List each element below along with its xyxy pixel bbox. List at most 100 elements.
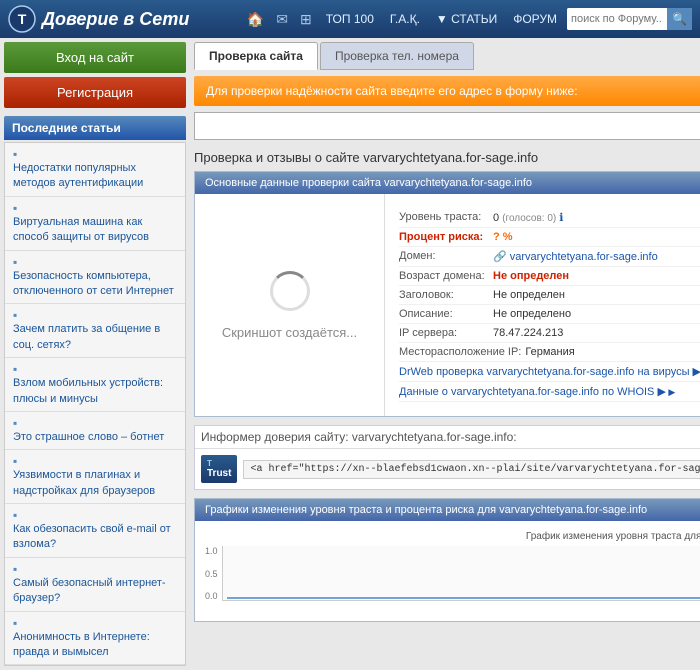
data-box: Основные данные проверки сайта varvarych…: [194, 171, 700, 417]
home-icon[interactable]: 🏠: [243, 11, 268, 28]
y-label-2: 0.5: [205, 569, 218, 579]
graph-title: Графики изменения уровня траста и процен…: [195, 499, 700, 521]
informer-content: Т Trust <a href="https://xn--blaefebsd1c…: [195, 449, 700, 489]
graph-content: График изменения уровня траста для varva…: [195, 521, 700, 621]
loading-spinner: [270, 271, 310, 311]
header-label: Заголовок:: [399, 289, 489, 301]
list-item[interactable]: Самый безопасный интернет-браузер?: [5, 558, 185, 612]
trust-level-value: 0 (голосов: 0) ℹ: [493, 211, 563, 224]
age-row: Возраст домена: Не определен: [399, 267, 700, 286]
description-value: Не определено: [493, 308, 571, 320]
faq-link[interactable]: Г.А.Қ.: [384, 12, 426, 26]
age-label: Возраст домена:: [399, 270, 489, 282]
article-link[interactable]: Недостатки популярных методов аутентифик…: [13, 161, 177, 192]
tabs: Проверка сайта Проверка тел. номера: [194, 42, 700, 70]
email-icon[interactable]: ✉: [272, 11, 292, 28]
y-label-1: 1.0: [205, 546, 218, 556]
trust-level-row: Уровень траста: 0 (голосов: 0) ℹ: [399, 208, 700, 228]
y-label-3: 0.0: [205, 591, 218, 601]
ip-label: IP сервера:: [399, 327, 489, 339]
drweb-link-row[interactable]: DrWeb проверка varvarychtetyana.for-sage…: [399, 362, 700, 382]
informer-section: Информер доверия сайту: varvarychtetyana…: [194, 425, 700, 490]
info-bar: Для проверки надёжности сайта введите ег…: [194, 76, 700, 106]
informer-title: Информер доверия сайту: varvarychtetyana…: [195, 426, 700, 449]
search-input[interactable]: [567, 8, 667, 30]
article-link[interactable]: Взлом мобильных устройств: плюсы и минус…: [13, 376, 177, 407]
percent-risk-label: Процент риска:: [399, 231, 489, 243]
domain-label: Домен:: [399, 250, 489, 262]
description-row: Описание: Не определено: [399, 305, 700, 324]
screenshot-area: Скриншот создаётся...: [195, 194, 385, 416]
list-item[interactable]: Безопасность компьютера, отключенного от…: [5, 251, 185, 305]
header-row: Заголовок: Не определен: [399, 286, 700, 305]
article-link[interactable]: Самый безопасный интернет-браузер?: [13, 576, 177, 607]
top100-link[interactable]: ТОП 100: [320, 12, 380, 26]
site-title: Доверие в Сети: [42, 9, 189, 30]
search-box: 🔍: [567, 8, 692, 30]
list-item[interactable]: Анонимность в Интернете: правда и вымысе…: [5, 612, 185, 666]
header-value: Не определен: [493, 289, 565, 301]
graph-line: [223, 546, 700, 600]
domain-row: Домен: 🔗 varvarychtetyana.for-sage.info: [399, 247, 700, 267]
list-item[interactable]: Это страшное слово – ботнет: [5, 412, 185, 450]
article-link[interactable]: Уязвимости в плагинах и надстройках для …: [13, 468, 177, 499]
domain-value: 🔗 varvarychtetyana.for-sage.info: [493, 250, 658, 263]
data-box-title: Основные данные проверки сайта varvarych…: [195, 172, 700, 194]
article-link[interactable]: Как обезопасить свой e-mail от взлома?: [13, 522, 177, 553]
location-label: Месторасположение IP:: [399, 346, 521, 358]
forum-link[interactable]: ФОРУМ: [507, 12, 563, 26]
tab-check-phone[interactable]: Проверка тел. номера: [320, 42, 474, 70]
grid-icon[interactable]: ⊞: [296, 11, 316, 28]
article-link[interactable]: Безопасность компьютера, отключенного от…: [13, 269, 177, 300]
article-link[interactable]: Виртуальная машина как способ защиты от …: [13, 215, 177, 246]
description-label: Описание:: [399, 308, 489, 320]
svg-text:Т: Т: [18, 11, 27, 27]
percent-risk-value: ? %: [493, 231, 513, 243]
data-box-content: Скриншот создаётся... Уровень траста: 0 …: [195, 194, 700, 416]
y-axis-labels: 1.0 0.5 0.0: [205, 546, 222, 601]
percent-risk-row: Процент риска: ? %: [399, 228, 700, 247]
logo-area: Т Доверие в Сети: [8, 5, 233, 33]
main-layout: Вход на сайт Регистрация Последние стать…: [0, 38, 700, 670]
search-button[interactable]: 🔍: [667, 8, 692, 30]
graph-section: Графики изменения уровня траста и процен…: [194, 498, 700, 622]
url-input[interactable]: [194, 112, 700, 140]
register-button[interactable]: Регистрация: [4, 77, 186, 108]
info-table: Уровень траста: 0 (голосов: 0) ℹ Процент…: [391, 200, 700, 410]
list-item[interactable]: Недостатки популярных методов аутентифик…: [5, 143, 185, 197]
logo-icon: Т: [8, 5, 36, 33]
location-value: Германия: [525, 346, 574, 358]
top-navigation: Т Доверие в Сети 🏠 ✉ ⊞ ТОП 100 Г.А.Қ. ▼ …: [0, 0, 700, 38]
article-link[interactable]: Анонимность в Интернете: правда и вымысе…: [13, 630, 177, 661]
informer-code[interactable]: <a href="https://xn--blaefebsd1cwaon.xn-…: [243, 460, 700, 479]
articles-link[interactable]: ▼ СТАТЬИ: [430, 12, 503, 26]
sidebar: Вход на сайт Регистрация Последние стать…: [0, 38, 190, 670]
article-link[interactable]: Зачем платить за общение в соц. сетях?: [13, 322, 177, 353]
ip-value: 78.47.224.213: [493, 327, 563, 339]
whois-link[interactable]: Данные о varvarychtetyana.for-sage.info …: [399, 385, 675, 398]
informer-logo: Т Trust: [201, 455, 237, 483]
whois-link-row[interactable]: Данные о varvarychtetyana.for-sage.info …: [399, 382, 700, 402]
trust-row: Уровень траста: 0 (голосов: 0) ℹ Процент…: [391, 200, 700, 410]
article-link[interactable]: Это страшное слово – ботнет: [13, 430, 177, 445]
info-panel: Уровень траста: 0 (голосов: 0) ℹ Процент…: [385, 194, 700, 416]
tab-check-site[interactable]: Проверка сайта: [194, 42, 318, 70]
list-item[interactable]: Уязвимости в плагинах и надстройках для …: [5, 450, 185, 504]
articles-list: Недостатки популярных методов аутентифик…: [4, 142, 186, 666]
result-label: Проверка и отзывы о сайте varvarychtetya…: [194, 150, 700, 165]
location-row: Месторасположение IP: Германия: [399, 343, 700, 362]
login-button[interactable]: Вход на сайт: [4, 42, 186, 73]
list-item[interactable]: Взлом мобильных устройств: плюсы и минус…: [5, 358, 185, 412]
list-item[interactable]: Зачем платить за общение в соц. сетях?: [5, 304, 185, 358]
nav-links: 🏠 ✉ ⊞ ТОП 100 Г.А.Қ. ▼ СТАТЬИ ФОРУМ 🔍: [243, 8, 692, 30]
trust-level-label: Уровень траста:: [399, 211, 489, 223]
age-value: Не определен: [493, 270, 569, 282]
drweb-link[interactable]: DrWeb проверка varvarychtetyana.for-sage…: [399, 365, 700, 378]
recent-articles-title: Последние статьи: [4, 116, 186, 140]
list-item[interactable]: Как обезопасить свой e-mail от взлома?: [5, 504, 185, 558]
list-item[interactable]: Виртуальная машина как способ защиты от …: [5, 197, 185, 251]
graph-area: [222, 546, 700, 601]
url-input-area: ПРОВЕРКА САЙТА: [194, 112, 700, 140]
ip-row: IP сервера: 78.47.224.213: [399, 324, 700, 343]
screenshot-text: Скриншот создаётся...: [222, 325, 357, 340]
